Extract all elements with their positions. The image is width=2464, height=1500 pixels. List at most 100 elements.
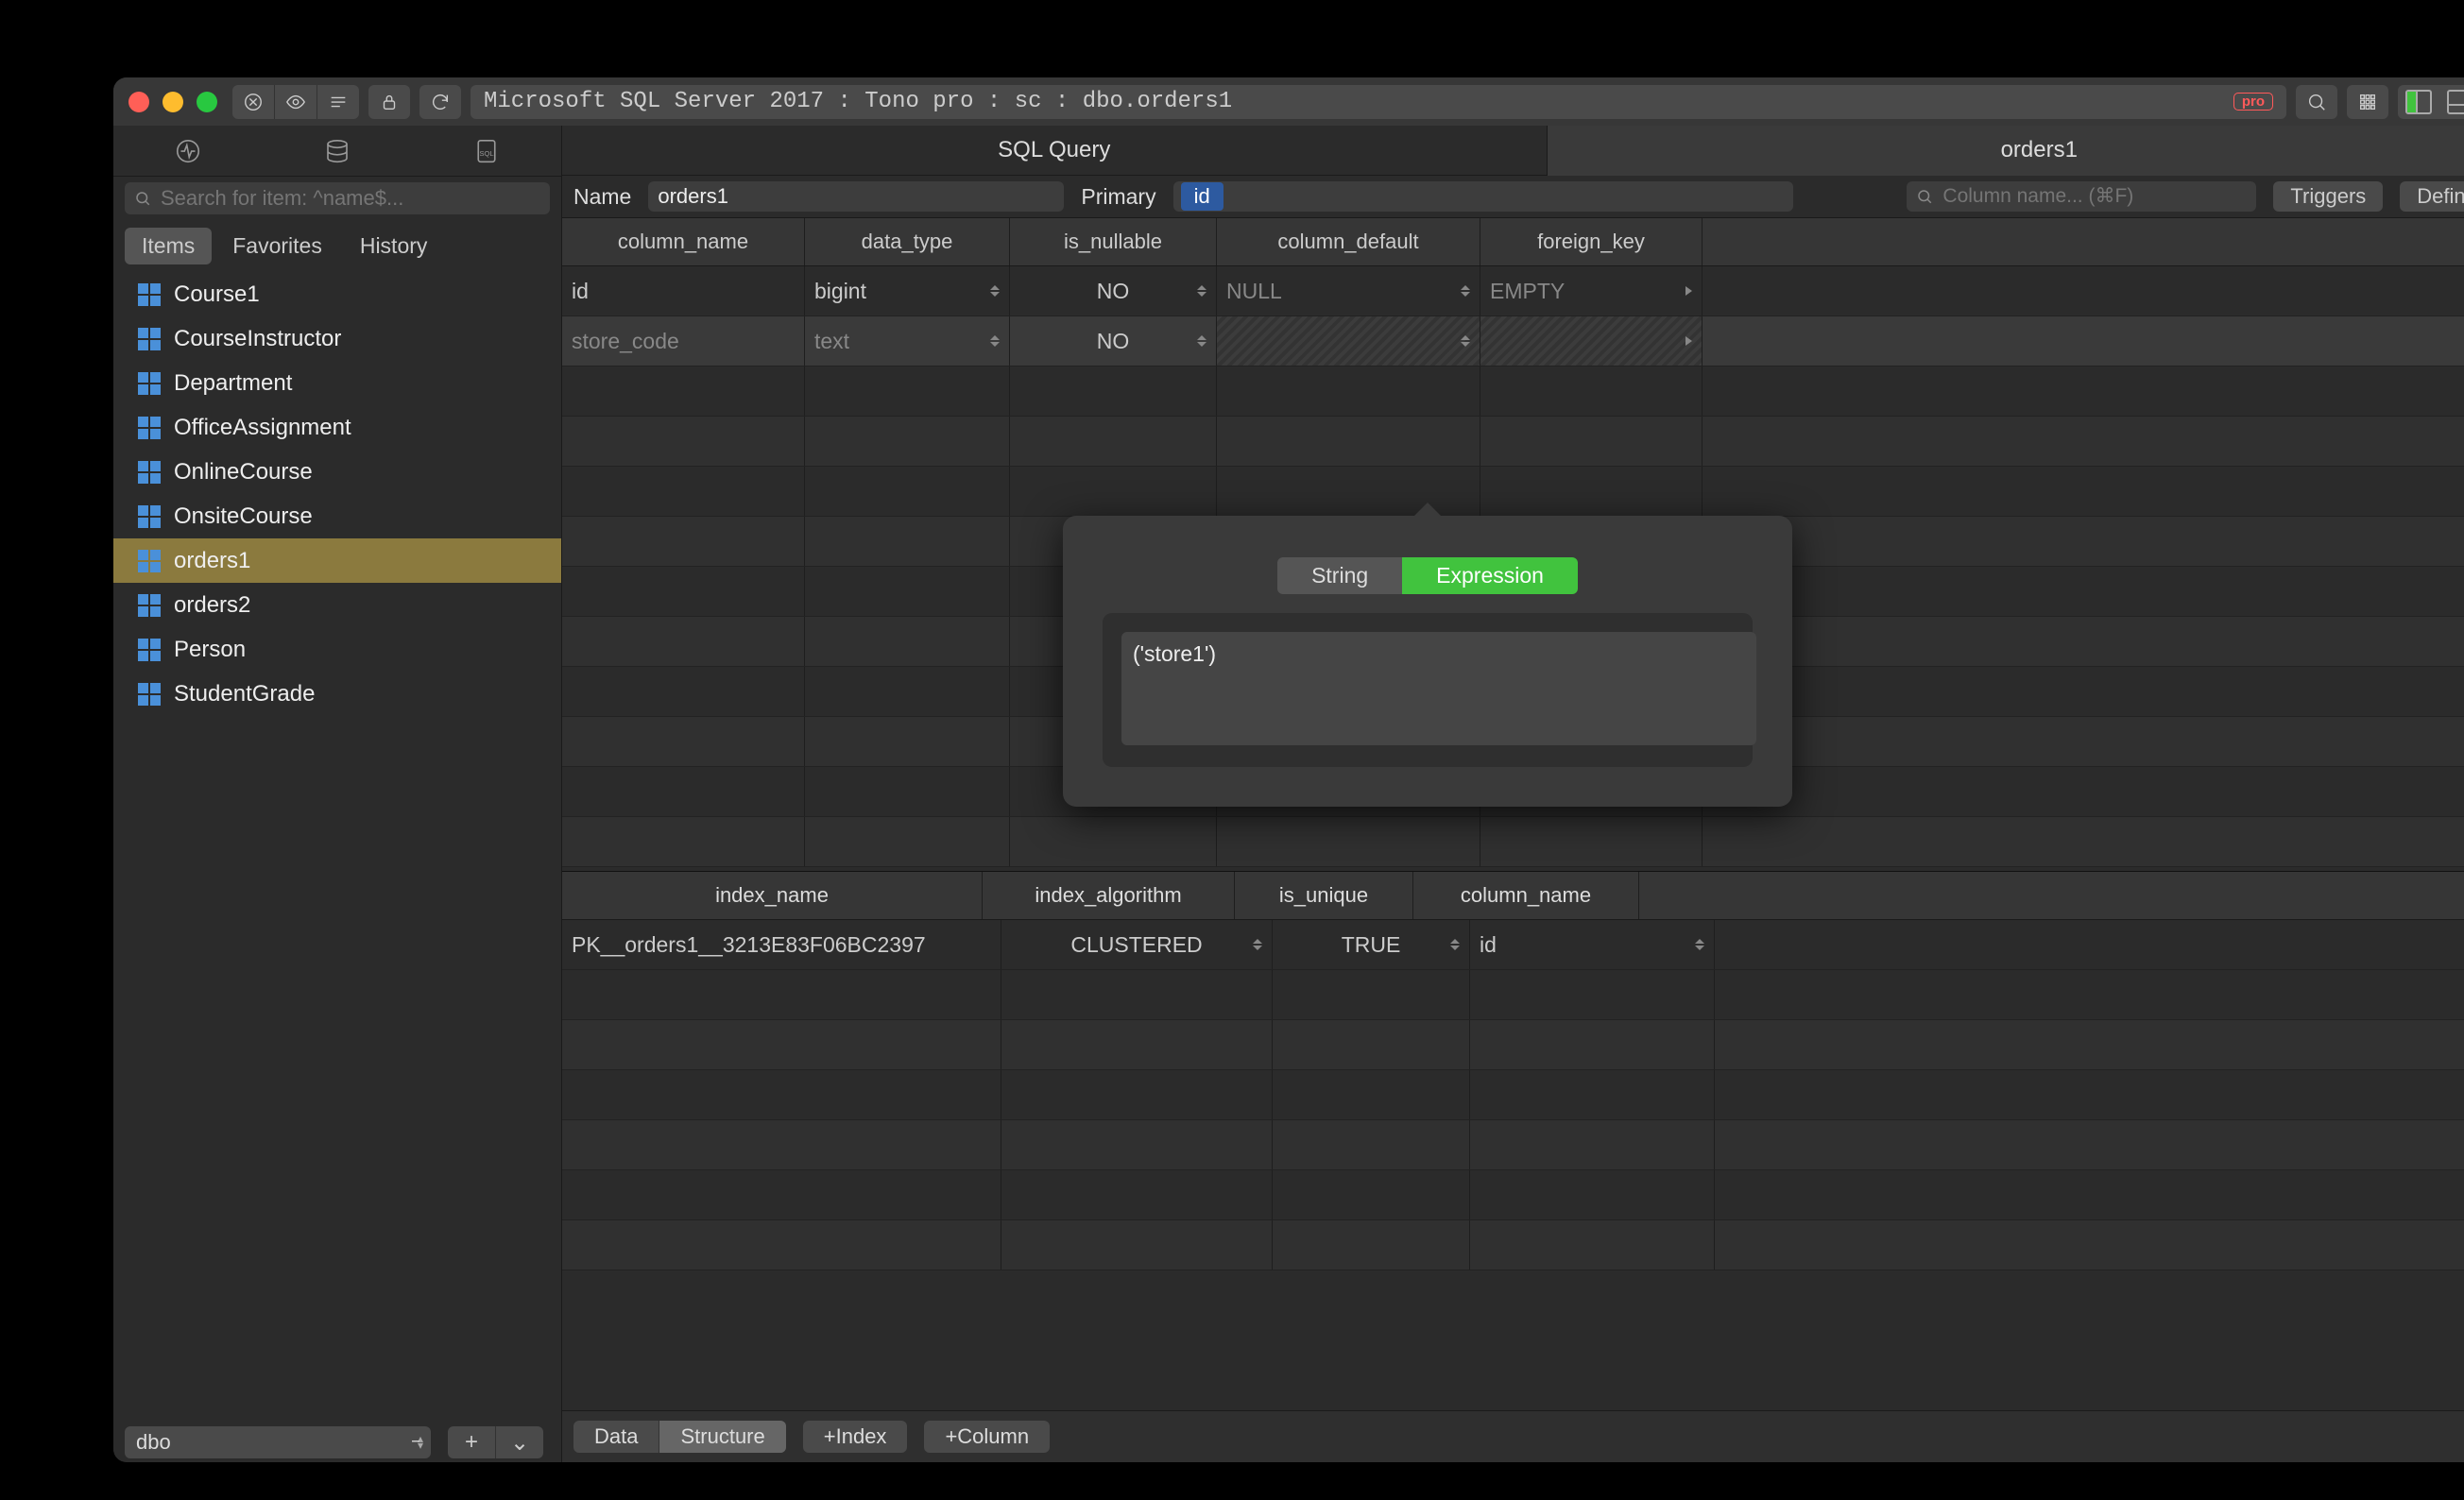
indexes-body: PK__orders1__3213E83F06BC2397 CLUSTERED … (562, 920, 2464, 1410)
arrow-right-icon (1685, 336, 1692, 346)
main-tab-sql-query[interactable]: SQL Query (562, 126, 1548, 176)
triggers-button[interactable]: Triggers (2273, 181, 2383, 212)
main-tab-orders1[interactable]: orders1 (1548, 126, 2464, 176)
sidebar-tab-favorites[interactable]: Favorites (215, 228, 339, 264)
apps-grid-button[interactable] (2347, 85, 2388, 119)
default-value-popover: String Expression (1063, 516, 1792, 807)
seg-structure[interactable]: Structure (659, 1421, 785, 1453)
table-icon (138, 461, 161, 484)
reload-button[interactable] (419, 85, 461, 119)
table-name-input[interactable] (648, 181, 1064, 212)
toolbar-group-1 (232, 85, 359, 119)
idx-header-col[interactable]: column_name (1413, 872, 1639, 919)
sidebar-top-icons: SQL (113, 126, 561, 177)
sidebar-tab-history[interactable]: History (343, 228, 445, 264)
seg-data[interactable]: Data (573, 1421, 659, 1453)
idx-header-unique[interactable]: is_unique (1235, 872, 1413, 919)
sidebar-tree: Course1 CourseInstructor Department Offi… (113, 268, 561, 1423)
stepper-icon (1450, 932, 1463, 957)
svg-text:SQL: SQL (479, 149, 493, 158)
table-icon (138, 594, 161, 617)
col-header-fk[interactable]: foreign_key (1480, 218, 1703, 265)
structure-toolbar: Name Primary id Triggers Definition (562, 176, 2464, 218)
add-column-button[interactable]: + Column (924, 1421, 1050, 1453)
search-icon (1916, 188, 1933, 205)
column-row-id[interactable]: id bigint NO NULL EMPTY (562, 266, 2464, 316)
connection-address[interactable]: Microsoft SQL Server 2017 : Tono pro : s… (471, 85, 2286, 119)
sidebar-item-onlinecourse[interactable]: OnlineCourse (113, 450, 561, 494)
main-footer: Data Structure + Index + Column (562, 1410, 2464, 1462)
popover-segment: String Expression (1103, 557, 1753, 594)
sql-file-icon[interactable]: SQL (471, 136, 502, 166)
col-header-nullable[interactable]: is_nullable (1010, 218, 1217, 265)
sidebar-item-officeassignment[interactable]: OfficeAssignment (113, 405, 561, 450)
sidebar-tabs: Items Favorites History (125, 228, 550, 264)
zoom-window-button[interactable] (197, 92, 217, 112)
schema-select[interactable]: dbo▴▾ (125, 1426, 431, 1458)
primary-label: Primary (1081, 184, 1155, 210)
sidebar-item-orders1[interactable]: orders1 (113, 538, 561, 583)
definition-button[interactable]: Definition (2400, 181, 2464, 212)
panel-toggle-group (2398, 85, 2464, 119)
stepper-icon (1461, 279, 1474, 303)
search-button[interactable] (2296, 85, 2337, 119)
stepper-icon (1461, 329, 1474, 353)
bottom-panel-toggle[interactable] (2443, 92, 2464, 112)
sidebar-footer: dbo▴▾ + ⌄ (113, 1423, 561, 1462)
panel-lines-button[interactable] (317, 85, 359, 119)
stepper-icon (1197, 279, 1210, 303)
left-panel-toggle[interactable] (2402, 92, 2436, 112)
stepper-icon (1253, 932, 1266, 957)
app-window: Microsoft SQL Server 2017 : Tono pro : s… (113, 77, 2464, 1462)
table-icon (138, 328, 161, 350)
disconnect-button[interactable] (232, 85, 275, 119)
primary-token: id (1181, 182, 1223, 211)
table-icon (138, 372, 161, 395)
visibility-button[interactable] (275, 85, 317, 119)
sidebar-tab-items[interactable]: Items (125, 228, 212, 264)
minimize-window-button[interactable] (163, 92, 183, 112)
column-search-input[interactable] (1941, 184, 2247, 209)
database-icon[interactable] (322, 136, 352, 166)
idx-header-alg[interactable]: index_algorithm (983, 872, 1235, 919)
sidebar-item-orders2[interactable]: orders2 (113, 583, 561, 627)
activity-icon[interactable] (173, 136, 203, 166)
col-header-default[interactable]: column_default (1217, 218, 1480, 265)
idx-header-name[interactable]: index_name (562, 872, 983, 919)
col-header-type[interactable]: data_type (805, 218, 1010, 265)
lock-button[interactable] (368, 85, 410, 119)
table-icon (138, 417, 161, 439)
column-row-store-code[interactable]: store_code text NO (562, 316, 2464, 366)
column-search-box[interactable] (1907, 181, 2256, 212)
sidebar-search (125, 182, 550, 214)
sidebar-search-box[interactable] (125, 182, 550, 214)
stepper-icon (990, 329, 1003, 353)
col-header-name[interactable]: column_name (562, 218, 805, 265)
popover-tab-string[interactable]: String (1277, 557, 1402, 594)
popover-tab-expression[interactable]: Expression (1402, 557, 1578, 594)
titlebar: Microsoft SQL Server 2017 : Tono pro : s… (113, 77, 2464, 126)
popover-body (1103, 613, 1753, 767)
add-item-button[interactable]: + (448, 1426, 496, 1458)
updown-icon: ▴▾ (418, 1436, 423, 1449)
table-icon (138, 505, 161, 528)
sidebar-item-person[interactable]: Person (113, 627, 561, 672)
primary-key-box[interactable]: id (1173, 181, 1793, 212)
data-structure-segment: Data Structure (573, 1421, 786, 1453)
sidebar-item-courseinstructor[interactable]: CourseInstructor (113, 316, 561, 361)
sidebar-item-onsitecourse[interactable]: OnsiteCourse (113, 494, 561, 538)
sidebar-item-course1[interactable]: Course1 (113, 272, 561, 316)
main-tabs: SQL Query orders1 (562, 126, 2464, 176)
pro-badge: pro (2233, 93, 2273, 111)
expression-textarea[interactable] (1121, 632, 1756, 745)
indexes-header: index_name index_algorithm is_unique col… (562, 871, 2464, 920)
sidebar-search-input[interactable] (159, 185, 540, 212)
add-index-button[interactable]: + Index (803, 1421, 908, 1453)
sidebar-item-department[interactable]: Department (113, 361, 561, 405)
arrow-right-icon (1685, 286, 1692, 296)
close-window-button[interactable] (128, 92, 149, 112)
index-row[interactable]: PK__orders1__3213E83F06BC2397 CLUSTERED … (562, 920, 2464, 970)
sidebar-item-studentgrade[interactable]: StudentGrade (113, 672, 561, 716)
stepper-icon (990, 279, 1003, 303)
more-item-button[interactable]: ⌄ (496, 1426, 543, 1458)
